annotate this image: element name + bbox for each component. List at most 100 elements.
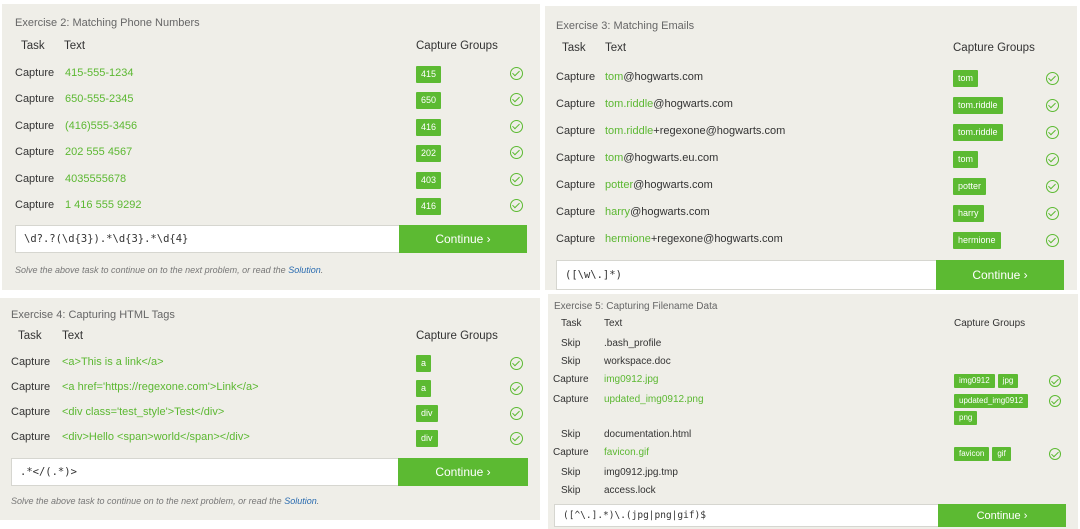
continue-button[interactable]: Continue › [399,225,527,253]
test-string: 1 416 555 9292 [65,199,142,211]
check-icon [510,120,523,133]
task-label: Capture [553,394,589,405]
capture-group-badge: harry [953,205,984,222]
solution-link[interactable]: Solution [288,265,321,275]
table-row: Capture tom@hogwarts.eu.com tom [545,148,1077,170]
regex-input[interactable]: .*</(.*)> [11,458,399,486]
test-string: .bash_profile [604,338,662,349]
test-string: workspace.doc [604,356,671,367]
exercise-4-panel: Exercise 4: Capturing HTML Tags Task Tex… [0,298,540,520]
col-header-text: Text [62,330,84,342]
table-row: Capture potter@hogwarts.com potter [545,175,1077,197]
check-icon [510,93,523,106]
capture-group-badge: tom.riddle [953,97,1003,114]
table-row: Capture <div class='test_style'>Test</di… [0,402,540,424]
solution-link[interactable]: Solution [284,496,317,506]
col-header-text: Text [604,318,623,329]
test-string: tom@hogwarts.com [605,71,703,83]
test-string: <div class='test_style'>Test</div> [62,406,225,418]
continue-button[interactable]: Continue › [938,504,1066,527]
task-label: Capture [15,67,55,79]
col-header-capture-groups: Capture Groups [416,330,498,342]
capture-group-badge: tom [953,70,979,87]
matched-part: tom [605,152,624,164]
task-label: Capture [556,233,596,245]
table-row: Skip .bash_profile [548,336,1078,353]
task-label: Capture [15,173,55,185]
exercise-title: Exercise 2: Matching Phone Numbers [15,17,200,29]
test-string: 4035555678 [65,173,127,185]
task-label: Capture [11,431,51,443]
task-label: Capture [15,93,55,105]
col-header-task: Task [21,40,45,52]
capture-group-badge: div [416,430,438,447]
capture-group-badge: 416 [416,198,442,215]
matched-part: tom.riddle [605,98,654,110]
check-icon [1046,180,1059,193]
task-label: Capture [11,381,51,393]
test-string: hermione+regexone@hogwarts.com [605,233,783,245]
test-string: <a href='https://regexone.com'>Link</a> [62,381,259,393]
table-row: Capture harry@hogwarts.com harry [545,202,1077,224]
check-icon [510,146,523,159]
capture-groups: 202 [416,145,442,162]
check-icon [1046,207,1059,220]
check-icon [510,382,523,395]
capture-groups: 403 [416,172,442,189]
table-row: Skip img0912.jpg.tmp [548,465,1078,482]
capture-group-badge: div [416,405,438,422]
task-label: Capture [15,146,55,158]
check-icon [1049,395,1061,407]
footer-end: . [320,265,324,275]
check-icon [510,173,523,186]
capture-groups: 650 [416,92,442,109]
capture-groups: tom [953,70,979,87]
table-row: Capture tom.riddle@hogwarts.com tom.ridd… [545,94,1077,116]
table-row: Capture 650-555-2345 650 [2,89,540,111]
test-string: <div>Hello <span>world</span></div> [62,431,250,443]
capture-groups: tom.riddle [953,124,1003,141]
check-icon [1046,99,1059,112]
matched-part: potter [605,179,634,191]
capture-group-badge: a [416,355,432,372]
task-label: Capture [11,356,51,368]
capture-groups: a [416,355,432,372]
col-header-task: Task [562,42,586,54]
test-string: documentation.html [604,429,692,440]
capture-groups: 416 [416,119,442,136]
table-row: Skip access.lock [548,483,1078,500]
capture-group-badge: 403 [416,172,442,189]
capture-groups: updated_img0912 png [954,394,1036,425]
test-string: tom.riddle+regexone@hogwarts.com [605,125,785,137]
table-row: Capture hermione+regexone@hogwarts.com h… [545,229,1077,251]
check-icon [1046,126,1059,139]
table-row: Capture <a href='https://regexone.com'>L… [0,377,540,399]
test-string: 202 555 4567 [65,146,133,158]
col-header-task: Task [561,318,582,329]
exercise-3-panel: Exercise 3: Matching Emails Task Text Ca… [545,6,1077,290]
test-string: 415-555-1234 [65,67,134,79]
regex-input[interactable]: ([\w\.]*) [556,260,937,290]
regex-input[interactable]: ([^\.].*)\.(jpg|png|gif)$ [554,504,939,527]
capture-groups: div [416,430,438,447]
continue-button[interactable]: Continue › [398,458,528,486]
continue-button[interactable]: Continue › [936,260,1064,290]
capture-group-badge: 415 [416,66,442,83]
test-string: tom.riddle@hogwarts.com [605,98,733,110]
capture-groups: a [416,380,432,397]
task-label: Skip [561,338,581,349]
regex-input[interactable]: \d?.?(\d{3}).*\d{3}.*\d{4} [15,225,400,253]
exercise-2-panel: Exercise 2: Matching Phone Numbers Task … [2,4,540,290]
check-icon [510,357,523,370]
capture-group-badge: 416 [416,119,442,136]
col-header-capture-groups: Capture Groups [416,40,498,52]
exercise-title: Exercise 4: Capturing HTML Tags [11,309,175,321]
task-label: Skip [561,485,581,496]
test-string: favicon.gif [604,447,650,458]
exercise-title: Exercise 5: Capturing Filename Data [554,301,718,312]
capture-group-badge: favicon [954,447,990,461]
unmatched-part: @hogwarts.com [653,98,733,110]
unmatched-part: +regexone@hogwarts.com [653,125,786,137]
footer-note: Solve the above task to continue on to t… [11,496,319,506]
capture-group-badge: 650 [416,92,442,109]
